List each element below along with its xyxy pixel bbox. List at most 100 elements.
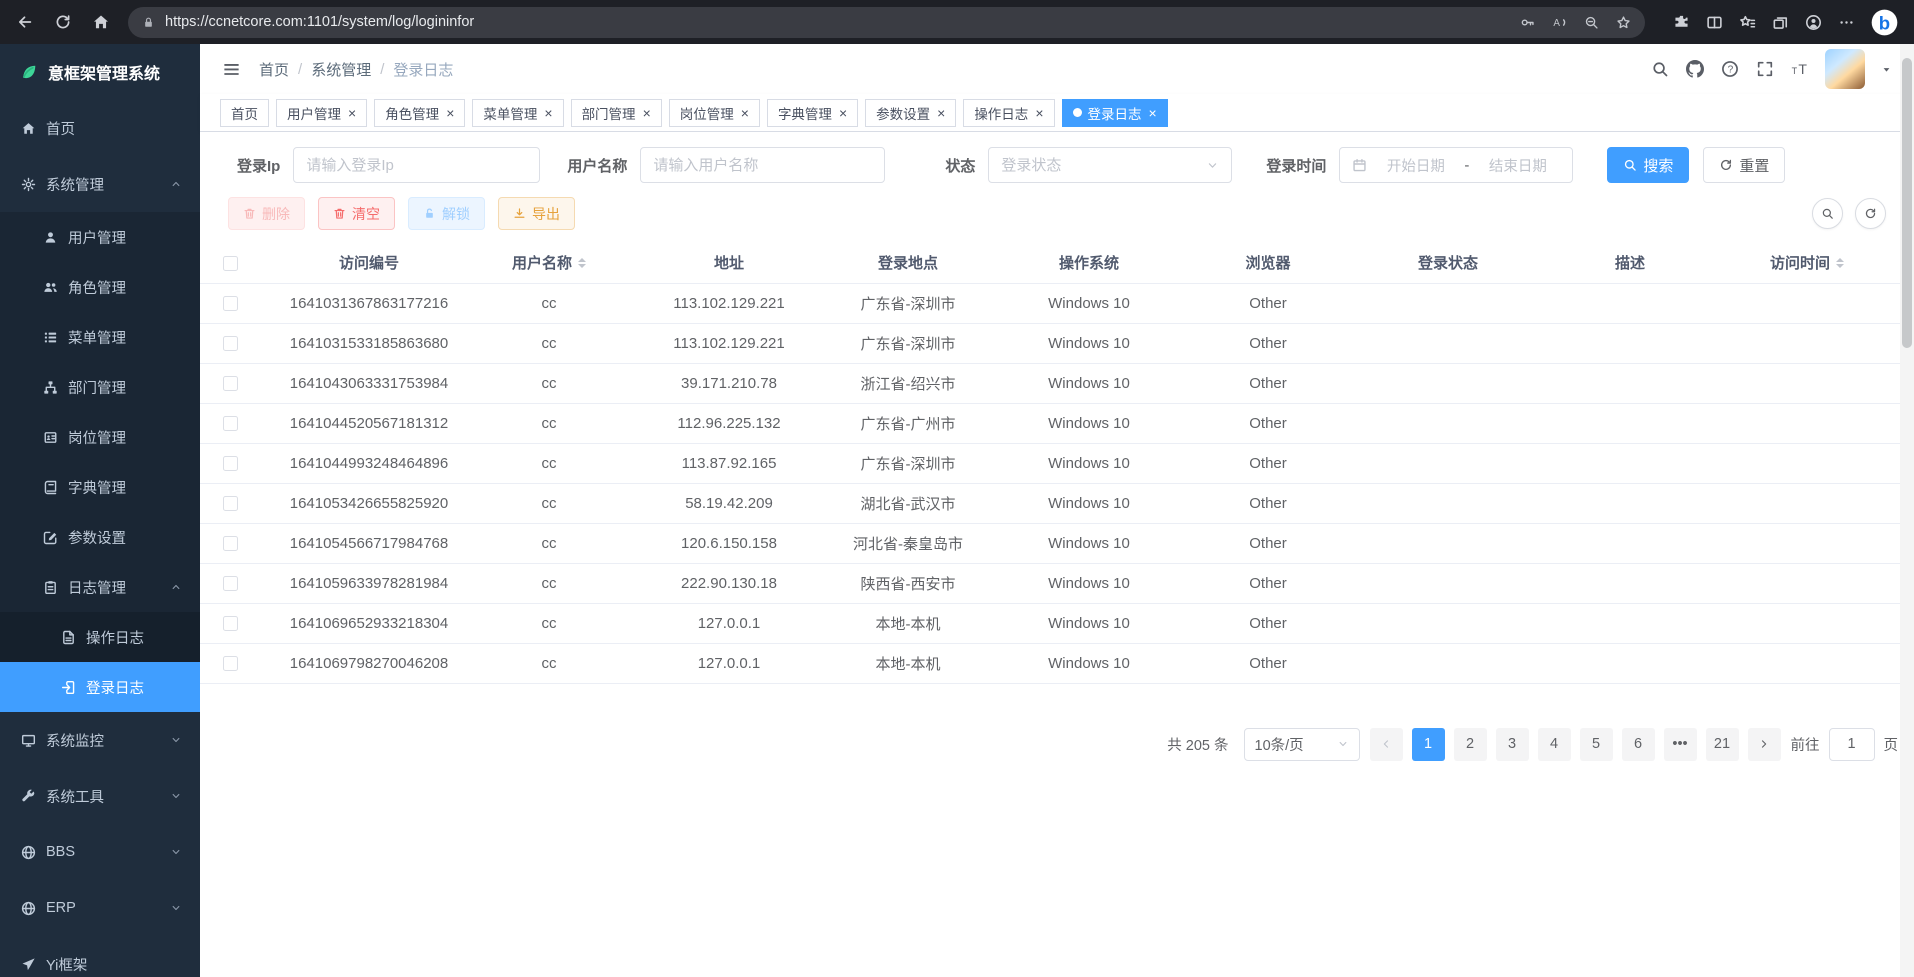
close-icon[interactable]: × xyxy=(446,106,454,120)
address-bar[interactable]: https://ccnetcore.com:1101/system/log/lo… xyxy=(128,7,1645,38)
user-name-input-box[interactable] xyxy=(640,147,885,183)
home-icon[interactable] xyxy=(92,13,110,31)
row-checkbox[interactable] xyxy=(223,336,238,351)
table-row[interactable]: 1641054566717984768cc120.6.150.158河北省-秦皇… xyxy=(200,523,1914,563)
sidebar-item-param-settings[interactable]: 参数设置 xyxy=(0,512,200,562)
clear-button[interactable]: 清空 xyxy=(318,197,395,230)
user-avatar[interactable] xyxy=(1825,49,1865,89)
read-aloud-icon[interactable]: A xyxy=(1552,15,1567,30)
goto-page-input[interactable] xyxy=(1829,728,1875,761)
sidebar-item-system-monitor[interactable]: 系统监控 xyxy=(0,712,200,768)
sort-caret[interactable] xyxy=(578,258,586,268)
page-button[interactable]: 1 xyxy=(1412,728,1445,761)
font-size-icon[interactable]: TT xyxy=(1791,60,1809,78)
breadcrumb-item[interactable]: 系统管理 xyxy=(311,59,371,80)
close-icon[interactable]: × xyxy=(643,106,651,120)
unlock-button[interactable]: 解锁 xyxy=(408,197,485,230)
sidebar-item-system-tools[interactable]: 系统工具 xyxy=(0,768,200,824)
lock-icon[interactable] xyxy=(142,16,155,29)
tab-item[interactable]: 操作日志× xyxy=(963,99,1054,127)
collections-icon[interactable] xyxy=(1772,14,1789,31)
help-icon[interactable]: ? xyxy=(1721,60,1739,78)
zoom-out-icon[interactable] xyxy=(1584,15,1599,30)
sidebar-item-login-log[interactable]: 登录日志 xyxy=(0,662,200,712)
table-row[interactable]: 1641053426655825920cc58.19.42.209湖北省-武汉市… xyxy=(200,483,1914,523)
github-icon[interactable] xyxy=(1686,60,1704,78)
sidebar-item-operation-log[interactable]: 操作日志 xyxy=(0,612,200,662)
page-button[interactable]: 5 xyxy=(1580,728,1613,761)
reset-button[interactable]: 重置 xyxy=(1703,147,1785,183)
row-checkbox[interactable] xyxy=(223,656,238,671)
row-checkbox[interactable] xyxy=(223,496,238,511)
sidebar-item-dept-mgmt[interactable]: 部门管理 xyxy=(0,362,200,412)
tab-item[interactable]: 岗位管理× xyxy=(669,99,760,127)
sidebar-item-log-mgmt[interactable]: 日志管理 xyxy=(0,562,200,612)
table-row[interactable]: 1641043063331753984cc39.171.210.78浙江省-绍兴… xyxy=(200,363,1914,403)
more-icon[interactable] xyxy=(1838,14,1855,31)
page-button[interactable]: 4 xyxy=(1538,728,1571,761)
row-checkbox[interactable] xyxy=(223,376,238,391)
sidebar-item-system-mgmt[interactable]: 系统管理 xyxy=(0,156,200,212)
tab-item[interactable]: 首页 xyxy=(220,99,269,127)
sidebar-item-bbs[interactable]: BBS xyxy=(0,824,200,880)
row-checkbox[interactable] xyxy=(223,536,238,551)
close-icon[interactable]: × xyxy=(1035,106,1043,120)
search-button[interactable]: 搜索 xyxy=(1607,147,1689,183)
close-icon[interactable]: × xyxy=(937,106,945,120)
status-select-input[interactable] xyxy=(1001,157,1202,174)
column-header-user_name[interactable]: 用户名称 xyxy=(478,243,620,283)
table-row[interactable]: 1641069652933218304cc127.0.0.1本地-本机Windo… xyxy=(200,603,1914,643)
refresh-icon[interactable] xyxy=(54,13,72,31)
refresh-table-button[interactable] xyxy=(1855,198,1886,229)
table-row[interactable]: 1641044993248464896cc113.87.92.165广东省-深圳… xyxy=(200,443,1914,483)
table-row[interactable]: 1641044520567181312cc112.96.225.132广东省-广… xyxy=(200,403,1914,443)
row-checkbox[interactable] xyxy=(223,296,238,311)
status-select[interactable] xyxy=(988,147,1232,183)
page-button[interactable]: 3 xyxy=(1496,728,1529,761)
page-size-select[interactable]: 10条/页 xyxy=(1244,728,1360,761)
tab-item[interactable]: 菜单管理× xyxy=(472,99,563,127)
prev-page-button[interactable] xyxy=(1370,728,1403,761)
search-icon[interactable] xyxy=(1651,60,1669,78)
table-row[interactable]: 1641069798270046208cc127.0.0.1本地-本机Windo… xyxy=(200,643,1914,683)
scrollbar[interactable] xyxy=(1900,44,1914,977)
page-button[interactable]: 2 xyxy=(1454,728,1487,761)
breadcrumb-item[interactable]: 首页 xyxy=(259,59,289,80)
key-icon[interactable] xyxy=(1520,15,1535,30)
login-ip-input-box[interactable] xyxy=(293,147,540,183)
tab-item[interactable]: 参数设置× xyxy=(865,99,956,127)
close-icon[interactable]: × xyxy=(839,106,847,120)
delete-button[interactable]: 删除 xyxy=(228,197,305,230)
row-checkbox[interactable] xyxy=(223,456,238,471)
page-button[interactable]: 6 xyxy=(1622,728,1655,761)
tab-item[interactable]: 字典管理× xyxy=(767,99,858,127)
tab-item[interactable]: 角色管理× xyxy=(374,99,465,127)
date-range-picker[interactable]: 开始日期 - 结束日期 xyxy=(1339,147,1573,183)
back-icon[interactable] xyxy=(16,13,34,31)
favorites-bar-icon[interactable] xyxy=(1739,14,1756,31)
table-row[interactable]: 1641031533185863680cc113.102.129.221广东省-… xyxy=(200,323,1914,363)
sidebar-item-home[interactable]: 首页 xyxy=(0,100,200,156)
select-all-checkbox[interactable] xyxy=(223,256,238,271)
sidebar-item-menu-mgmt[interactable]: 菜单管理 xyxy=(0,312,200,362)
row-checkbox[interactable] xyxy=(223,616,238,631)
table-row[interactable]: 1641059633978281984cc222.90.130.18陕西省-西安… xyxy=(200,563,1914,603)
sidebar-item-role-mgmt[interactable]: 角色管理 xyxy=(0,262,200,312)
tab-item[interactable]: 用户管理× xyxy=(276,99,367,127)
fullscreen-icon[interactable] xyxy=(1756,60,1774,78)
close-icon[interactable]: × xyxy=(741,106,749,120)
scrollbar-thumb[interactable] xyxy=(1902,58,1912,348)
caret-down-icon[interactable] xyxy=(1881,64,1892,75)
row-checkbox[interactable] xyxy=(223,576,238,591)
column-header-visit_time[interactable]: 访问时间 xyxy=(1700,243,1914,283)
bing-icon[interactable]: b xyxy=(1871,9,1898,36)
toggle-search-button[interactable] xyxy=(1812,198,1843,229)
sidebar-item-user-mgmt[interactable]: 用户管理 xyxy=(0,212,200,262)
sidebar-item-yi-framework[interactable]: Yi框架 xyxy=(0,936,200,977)
user-name-input[interactable] xyxy=(653,157,872,174)
profile-icon[interactable] xyxy=(1805,14,1822,31)
favorites-star-icon[interactable] xyxy=(1616,15,1631,30)
row-checkbox[interactable] xyxy=(223,416,238,431)
close-icon[interactable]: × xyxy=(348,106,356,120)
sort-caret[interactable] xyxy=(1836,258,1844,268)
